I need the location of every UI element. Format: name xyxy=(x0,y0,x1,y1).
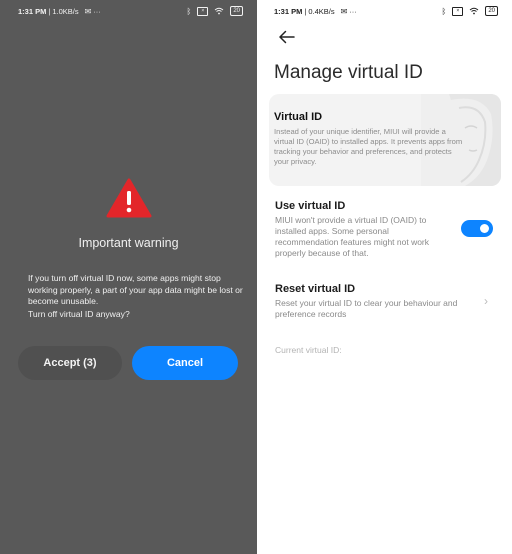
info-card-title: Virtual ID xyxy=(274,111,323,123)
dialog-question: Turn off virtual ID anyway? xyxy=(28,308,130,319)
info-card-text: Instead of your unique identifier, MIUI … xyxy=(274,127,463,166)
battery-icon: 20 xyxy=(485,6,498,16)
warning-icon xyxy=(106,178,151,218)
status-separator: | xyxy=(48,6,51,16)
status-time: 1:31 PM xyxy=(18,6,47,16)
status-time: 1:31 PM xyxy=(274,6,303,16)
use-virtual-id-title: Use virtual ID xyxy=(275,200,346,212)
message-icon: ✉ xyxy=(84,6,92,16)
manage-virtual-id-screen: 1:31 PM | 0.4KB/s ✉ ··· ᛒ × 20 Manage vi… xyxy=(257,0,512,554)
chevron-right-icon[interactable]: › xyxy=(484,294,488,308)
arrow-left-icon[interactable] xyxy=(277,27,297,47)
accept-button[interactable]: Accept (3) xyxy=(18,346,122,380)
sim-icon: × xyxy=(452,6,464,16)
status-separator: | xyxy=(304,6,307,16)
bluetooth-icon: ᛒ xyxy=(186,6,192,16)
status-more: ··· xyxy=(349,6,357,16)
dialog-body-text: If you turn off virtual ID now, some app… xyxy=(28,273,243,306)
dialog-title: Important warning xyxy=(78,236,179,250)
cancel-button[interactable]: Cancel xyxy=(132,346,238,380)
bluetooth-icon: ᛒ xyxy=(441,6,447,16)
status-network-speed: 1.0KB/s xyxy=(52,6,79,16)
status-bar: 1:31 PM | 0.4KB/s ✉ ··· ᛒ × 20 xyxy=(257,0,512,22)
virtual-id-info-card: Virtual ID Instead of your unique identi… xyxy=(269,94,501,186)
current-virtual-id-label: Current virtual ID: xyxy=(275,345,342,355)
status-more: ··· xyxy=(93,6,101,16)
dialog-message: If you turn off virtual ID now, some app… xyxy=(28,273,243,320)
status-bar: 1:31 PM | 1.0KB/s ✉ ··· ᛒ × 20 xyxy=(0,0,257,22)
sim-icon: × xyxy=(197,6,209,16)
reset-virtual-id-text[interactable]: Reset your virtual ID to clear your beha… xyxy=(275,298,480,320)
wifi-icon xyxy=(214,7,224,15)
warning-icon-wrap xyxy=(0,178,257,218)
wifi-icon xyxy=(469,7,479,15)
status-network-speed: 0.4KB/s xyxy=(308,6,335,16)
use-virtual-id-toggle[interactable] xyxy=(461,220,493,237)
use-virtual-id-text: MIUI won't provide a virtual ID (OAID) t… xyxy=(275,215,430,258)
toggle-knob xyxy=(480,224,489,233)
warning-screen: 1:31 PM | 1.0KB/s ✉ ··· ᛒ × 20 Important… xyxy=(0,0,257,554)
message-icon: ✉ xyxy=(340,6,348,16)
battery-icon: 20 xyxy=(230,6,243,16)
page-title: Manage virtual ID xyxy=(274,62,423,83)
reset-virtual-id-title[interactable]: Reset virtual ID xyxy=(275,283,355,295)
